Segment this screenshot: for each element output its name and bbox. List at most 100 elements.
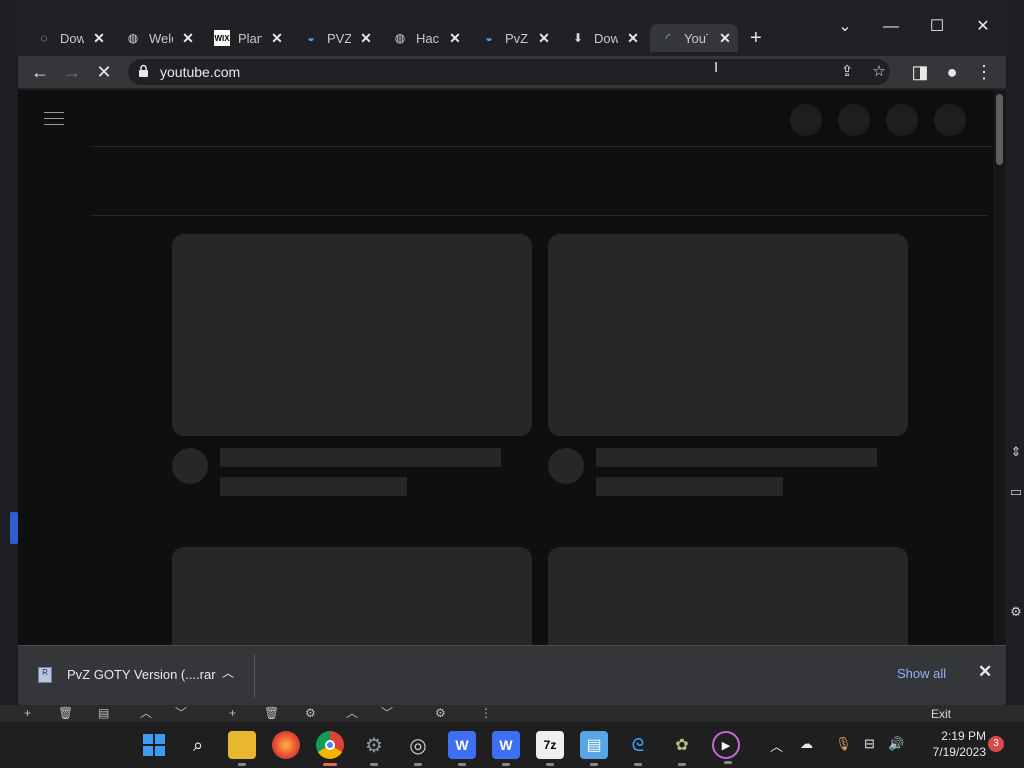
hamburger-menu-icon[interactable] bbox=[44, 112, 64, 130]
plus-icon[interactable]: + bbox=[229, 705, 236, 722]
page-scrollbar[interactable] bbox=[993, 90, 1006, 645]
video-thumbnail-placeholder bbox=[548, 547, 908, 645]
desktop-left-edge bbox=[0, 0, 18, 705]
channel-avatar-placeholder bbox=[172, 448, 208, 484]
address-bar[interactable]: youtube.com ⇪ ☆ bbox=[128, 59, 890, 85]
gear-icon[interactable]: ⚙ bbox=[305, 705, 316, 722]
trash-icon[interactable]: 🗑 bbox=[264, 705, 279, 722]
chevron-up-icon[interactable]: ︿ bbox=[222, 664, 234, 681]
header-placeholder-circle bbox=[790, 104, 822, 136]
new-tab-button[interactable]: + bbox=[750, 27, 762, 50]
back-arrow-icon[interactable]: ← bbox=[26, 56, 54, 88]
chevron-down-icon[interactable]: ﹀ bbox=[175, 705, 187, 722]
tab-7[interactable]: ⬇ Dow ✕ bbox=[570, 24, 640, 52]
forward-arrow-icon[interactable]: → bbox=[58, 56, 86, 88]
stop-loading-icon[interactable]: ✕ bbox=[90, 56, 118, 88]
obs-icon[interactable]: ◎ bbox=[404, 731, 432, 766]
tab-title: YouT bbox=[684, 30, 708, 46]
close-tab-icon[interactable]: ✕ bbox=[626, 31, 640, 45]
plus-icon[interactable]: + bbox=[24, 705, 31, 722]
taskbar-clock[interactable]: 2:19 PM 7/19/2023 bbox=[920, 728, 986, 760]
wix-icon: WIX bbox=[214, 30, 230, 46]
chevron-up-icon[interactable]: ︿ bbox=[346, 705, 358, 722]
wavy-blue-icon: ◒ bbox=[485, 31, 493, 45]
gears-icon[interactable]: ⚙ bbox=[435, 705, 446, 722]
show-all-button[interactable]: Show all bbox=[897, 666, 946, 681]
start-windows-icon[interactable] bbox=[140, 731, 168, 759]
tab-6[interactable]: ◒ PvZ ✕ bbox=[481, 24, 551, 52]
chevron-up-icon[interactable]: ︿ bbox=[140, 705, 152, 722]
close-tab-icon[interactable]: ✕ bbox=[92, 31, 106, 45]
loading-spinner-icon: ◜ bbox=[665, 31, 671, 45]
globe-outline-icon: ◌ bbox=[40, 31, 48, 45]
vscode-like-icon[interactable]: ᘓ bbox=[624, 731, 652, 766]
notepad-icon[interactable]: ▤ bbox=[580, 731, 608, 766]
tray-overflow-chevron-icon[interactable]: ︿ bbox=[770, 736, 783, 755]
tab-title: Hack bbox=[416, 30, 440, 46]
close-download-bar-icon[interactable]: ✕ bbox=[978, 662, 992, 682]
download-bar: R PvZ GOTY Version (....rar ︿ Show all ✕ bbox=[18, 645, 1006, 705]
network-icon[interactable]: ⊟ bbox=[864, 736, 875, 752]
globe-icon: ◍ bbox=[127, 31, 139, 45]
chrome-window: ◌ Dow ✕ ◍ Welc ✕ WIX Plant ✕ ◒ PVZ ✕ ◍ H… bbox=[18, 12, 1006, 705]
close-tab-icon[interactable]: ✕ bbox=[718, 31, 732, 45]
windows-taskbar: ⌕ ⚙ ◎ W W 7z ▤ ᘓ ✿ ▶ ︿ ☁ 🎙 ⊟ 🔊 2:19 PM 7… bbox=[0, 722, 1024, 768]
tab-1[interactable]: ◌ Dow ✕ bbox=[36, 24, 106, 52]
bookmark-star-icon[interactable]: ☆ bbox=[868, 61, 890, 83]
plants-game-icon[interactable]: ✿ bbox=[668, 731, 696, 766]
spinner-arrows-icon[interactable]: ⇕ bbox=[1008, 444, 1024, 460]
scrollbar-thumb[interactable] bbox=[996, 94, 1003, 165]
w-app-icon-2[interactable]: W bbox=[492, 731, 520, 766]
7zip-icon[interactable]: 7z bbox=[536, 731, 564, 766]
tab-3[interactable]: WIX Plant ✕ bbox=[214, 24, 284, 52]
search-icon[interactable]: ⌕ bbox=[184, 731, 212, 759]
tab-5[interactable]: ◍ Hack ✕ bbox=[392, 24, 462, 52]
meta-line-placeholder bbox=[220, 477, 407, 496]
meta-line-placeholder bbox=[596, 477, 783, 496]
trash-icon[interactable]: 🗑 bbox=[58, 705, 73, 722]
tab-title: Dow bbox=[594, 30, 618, 46]
onedrive-offline-icon[interactable]: ☁ bbox=[800, 736, 813, 752]
firefox-icon[interactable] bbox=[272, 731, 300, 759]
media-player-icon[interactable]: ▶ bbox=[712, 731, 740, 764]
volume-icon[interactable]: 🔊 bbox=[888, 736, 904, 752]
tab-4[interactable]: ◒ PVZ ✕ bbox=[303, 24, 373, 52]
chevron-down-icon[interactable]: ﹀ bbox=[381, 705, 393, 722]
profile-icon[interactable]: ● bbox=[938, 56, 966, 88]
close-tab-icon[interactable]: ✕ bbox=[448, 31, 462, 45]
lock-icon bbox=[139, 64, 148, 77]
close-tab-icon[interactable]: ✕ bbox=[359, 31, 373, 45]
notification-badge[interactable]: 3 bbox=[988, 736, 1004, 752]
globe-icon: ◍ bbox=[394, 31, 406, 45]
channel-avatar-placeholder bbox=[548, 448, 584, 484]
tab-strip: ◌ Dow ✕ ◍ Welc ✕ WIX Plant ✕ ◒ PVZ ✕ ◍ H… bbox=[18, 12, 1006, 56]
gear-icon[interactable]: ⚙ bbox=[1008, 604, 1024, 620]
close-tab-icon[interactable]: ✕ bbox=[270, 31, 284, 45]
share-icon[interactable]: ⇪ bbox=[836, 61, 858, 83]
settings-gear-icon[interactable]: ⚙ bbox=[360, 731, 388, 766]
microphone-icon[interactable]: 🎙 bbox=[835, 736, 852, 752]
w-app-icon[interactable]: W bbox=[448, 731, 476, 766]
document-icon[interactable]: ▤ bbox=[98, 705, 109, 722]
tab-youtube-active[interactable]: ◜ YouT ✕ bbox=[650, 24, 738, 52]
video-thumbnail-placeholder bbox=[548, 234, 908, 436]
minimize-button[interactable]: — bbox=[869, 14, 913, 40]
close-tab-icon[interactable]: ✕ bbox=[537, 31, 551, 45]
wavy-blue-icon: ◒ bbox=[307, 31, 315, 45]
tab-2[interactable]: ◍ Welc ✕ bbox=[125, 24, 195, 52]
side-panel-icon[interactable]: ◨ bbox=[906, 56, 934, 88]
more-vertical-icon[interactable]: ⋮ bbox=[480, 705, 492, 722]
close-window-button[interactable]: ✕ bbox=[961, 14, 1005, 40]
header-placeholder-circle bbox=[934, 104, 966, 136]
close-tab-icon[interactable]: ✕ bbox=[181, 31, 195, 45]
download-filename[interactable]: PvZ GOTY Version (....rar bbox=[67, 667, 216, 682]
panel-icon[interactable]: ▭ bbox=[1008, 484, 1024, 500]
menu-kebab-icon[interactable]: ⋮ bbox=[970, 56, 998, 88]
tab-title: Dow bbox=[60, 30, 84, 46]
chips-divider bbox=[90, 215, 988, 216]
exit-button[interactable]: Exit bbox=[931, 707, 951, 721]
tab-search-chevron-icon[interactable]: ⌄ bbox=[823, 14, 867, 40]
chrome-icon[interactable] bbox=[316, 731, 344, 766]
file-explorer-icon[interactable] bbox=[228, 731, 256, 766]
maximize-button[interactable]: ☐ bbox=[915, 14, 959, 40]
